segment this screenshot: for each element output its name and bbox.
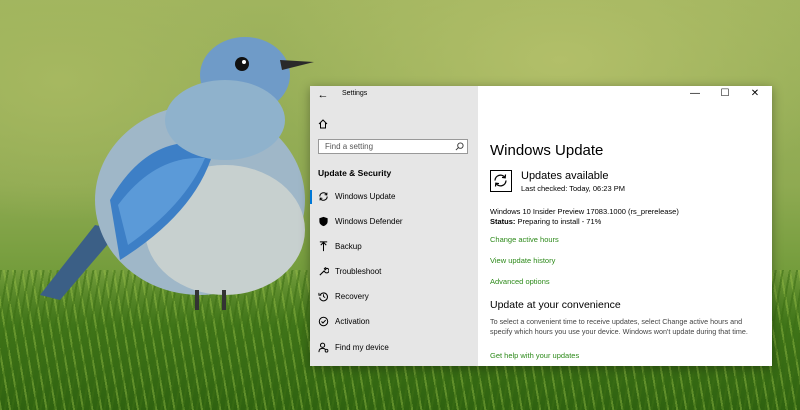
search-placeholder: Find a setting	[325, 142, 374, 151]
convenience-description: To select a convenient time to receive u…	[490, 317, 748, 336]
shield-icon	[319, 216, 328, 227]
sync-icon	[319, 192, 328, 201]
sidebar-item-label: Windows Update	[335, 192, 396, 201]
search-icon[interactable]	[455, 142, 464, 151]
sidebar-item-recovery[interactable]: Recovery	[310, 286, 478, 308]
person-location-icon	[318, 342, 329, 353]
sidebar-item-label: Activation	[335, 317, 370, 326]
back-arrow-icon[interactable]: ←	[316, 89, 330, 101]
section-heading: Update & Security	[318, 168, 392, 178]
sidebar-item-activation[interactable]: Activation	[310, 311, 478, 333]
install-status: Status: Preparing to install - 71%	[490, 217, 601, 226]
wrench-icon	[319, 266, 329, 276]
status-value: Preparing to install - 71%	[517, 217, 602, 226]
main-content: — ☐ ✕ Windows Update Updates available L…	[478, 86, 772, 366]
minimize-button[interactable]: —	[682, 86, 708, 104]
titlebar: ← Settings	[310, 86, 478, 104]
convenience-heading: Update at your convenience	[490, 299, 621, 311]
advanced-options-link[interactable]: Advanced options	[490, 277, 550, 286]
check-circle-icon	[318, 316, 329, 327]
sidebar-item-windows-update[interactable]: Windows Update	[310, 186, 478, 208]
sidebar-item-label: Find my device	[335, 343, 389, 352]
window-controls: — ☐ ✕	[682, 86, 772, 104]
change-active-hours-link[interactable]: Change active hours	[490, 235, 559, 244]
active-indicator	[310, 190, 312, 204]
status-label: Status:	[490, 217, 516, 226]
sidebar-item-label: Troubleshoot	[335, 267, 382, 276]
sidebar-item-label: Windows Defender	[335, 217, 403, 226]
backup-arrow-icon	[319, 241, 328, 252]
sidebar-item-find-my-device[interactable]: Find my device	[310, 337, 478, 359]
view-update-history-link[interactable]: View update history	[490, 256, 555, 265]
home-icon[interactable]	[318, 119, 328, 129]
history-icon	[318, 292, 328, 302]
sidebar-item-label: Recovery	[335, 292, 369, 301]
sidebar-item-windows-defender[interactable]: Windows Defender	[310, 211, 478, 233]
update-status-title: Updates available	[521, 170, 609, 182]
page-title: Windows Update	[490, 142, 604, 159]
sidebar-item-troubleshoot[interactable]: Troubleshoot	[310, 261, 478, 283]
get-help-link[interactable]: Get help with your updates	[490, 351, 579, 360]
update-status-icon	[490, 170, 512, 192]
maximize-button[interactable]: ☐	[712, 86, 738, 104]
sidebar-item-label: Backup	[335, 242, 362, 251]
settings-window: ← Settings Find a setting Update & Secur…	[310, 86, 772, 366]
sidebar-item-backup[interactable]: Backup	[310, 236, 478, 258]
sync-icon	[494, 174, 507, 187]
window-title: Settings	[342, 90, 368, 97]
sidebar: ← Settings Find a setting Update & Secur…	[310, 86, 478, 366]
last-checked-text: Last checked: Today, 06:23 PM	[521, 184, 625, 193]
search-input[interactable]: Find a setting	[318, 139, 468, 154]
build-name: Windows 10 Insider Preview 17083.1000 (r…	[490, 207, 679, 216]
close-button[interactable]: ✕	[742, 86, 768, 104]
